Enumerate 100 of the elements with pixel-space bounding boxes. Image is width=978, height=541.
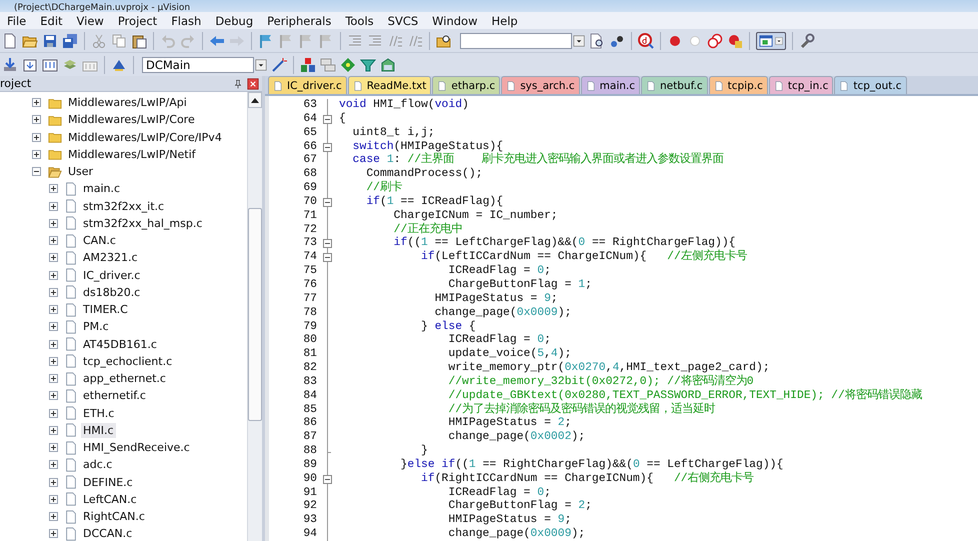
expand-toggle-icon[interactable] <box>49 356 58 366</box>
expand-toggle-icon[interactable] <box>49 408 58 418</box>
editor-tab[interactable]: tcpip.c <box>708 76 768 94</box>
tree-item[interactable]: Middlewares/LwIP/Api <box>66 95 189 110</box>
tree-item[interactable]: AM2321.c <box>81 250 140 266</box>
magic-wand-icon[interactable] <box>271 56 287 72</box>
expand-toggle-icon[interactable] <box>49 202 58 211</box>
indent-icon[interactable] <box>347 32 363 48</box>
file-icon[interactable] <box>64 232 78 249</box>
new-file-icon[interactable] <box>2 32 18 48</box>
file-icon[interactable] <box>64 440 78 456</box>
tree-item[interactable]: TIMER.C <box>81 302 130 318</box>
expand-toggle-icon[interactable] <box>49 494 58 504</box>
file-icon[interactable] <box>64 526 78 541</box>
file-icon[interactable] <box>64 456 78 473</box>
folder-icon[interactable] <box>47 130 63 144</box>
tree-item[interactable]: Middlewares/LwIP/Core/IPv4 <box>66 130 224 145</box>
tree-item[interactable]: AT45DB161.c <box>81 336 159 352</box>
expand-toggle-icon[interactable] <box>49 426 58 435</box>
menu-item[interactable]: Project <box>110 14 164 28</box>
funnel-icon[interactable] <box>360 56 376 72</box>
tree-item[interactable]: User <box>66 164 96 180</box>
menu-item[interactable]: Debug <box>208 14 260 28</box>
find-in-files-icon[interactable] <box>436 32 452 48</box>
scroll-up-arrow-icon[interactable] <box>251 98 259 102</box>
tree-item[interactable]: ETH.c <box>81 406 116 421</box>
tree-item[interactable]: HMI_SendReceive.c <box>81 440 192 456</box>
file-icon[interactable] <box>714 80 724 92</box>
find-field[interactable] <box>460 32 572 48</box>
file-icon[interactable] <box>64 405 78 422</box>
expand-toggle-icon[interactable] <box>49 529 58 538</box>
file-icon[interactable] <box>64 250 78 266</box>
expand-toggle-icon[interactable] <box>49 184 58 194</box>
expand-toggle-icon[interactable] <box>49 253 58 262</box>
save-icon[interactable] <box>42 32 58 48</box>
editor-tab[interactable]: IC_driver.c <box>268 76 347 94</box>
expand-toggle-icon[interactable] <box>49 340 58 349</box>
tree-item[interactable]: main.c <box>81 181 122 196</box>
file-icon[interactable] <box>352 80 363 92</box>
dropdown-caret-icon[interactable] <box>255 58 267 70</box>
file-icon[interactable] <box>64 336 78 352</box>
components-icon[interactable] <box>300 56 316 72</box>
expand-toggle-icon[interactable] <box>32 98 41 108</box>
caret-icon[interactable] <box>775 36 783 46</box>
menu-item[interactable]: Tools <box>338 14 381 28</box>
file-icon[interactable] <box>839 80 850 92</box>
file-icon[interactable] <box>64 180 78 197</box>
window-toggle-button[interactable] <box>756 32 786 50</box>
tree-item[interactable]: RightCAN.c <box>81 509 147 524</box>
file-icon[interactable] <box>646 80 656 92</box>
file-icon[interactable] <box>506 80 516 92</box>
expand-toggle-icon[interactable] <box>49 391 58 400</box>
expand-toggle-icon[interactable] <box>49 236 58 246</box>
menu-item[interactable]: Window <box>425 14 484 28</box>
file-icon[interactable] <box>64 474 78 490</box>
tree-item[interactable]: adc.c <box>81 457 114 472</box>
tree-item[interactable]: HMI.c <box>81 422 116 438</box>
tree-item[interactable]: LeftCAN.c <box>81 492 139 507</box>
menu-item[interactable]: Peripherals <box>260 14 338 28</box>
tree-item[interactable]: Middlewares/LwIP/Netif <box>66 146 198 162</box>
menu-item[interactable]: File <box>0 14 34 28</box>
file-icon[interactable] <box>64 302 78 318</box>
editor-tab[interactable]: tcp_in.c <box>768 76 834 94</box>
tree-item[interactable]: stm32f2xx_hal_msp.c <box>81 216 204 231</box>
file-icon[interactable] <box>774 80 784 92</box>
fold-toggle-icon[interactable] <box>323 142 332 152</box>
tree-item[interactable]: ethernetif.c <box>81 388 148 404</box>
file-icon[interactable] <box>64 422 78 438</box>
file-icon[interactable] <box>64 353 78 370</box>
tree-item[interactable]: stm32f2xx_it.c <box>81 198 166 214</box>
menu-item[interactable]: Help <box>484 14 525 28</box>
cut-icon[interactable] <box>91 32 107 48</box>
expand-toggle-icon[interactable] <box>32 132 41 142</box>
file-icon[interactable] <box>64 508 78 525</box>
tree-item[interactable]: tcp_echoclient.c <box>81 354 174 369</box>
tree-item[interactable]: DCCAN.c <box>81 526 134 541</box>
expand-toggle-icon[interactable] <box>49 460 58 470</box>
flag-icon[interactable] <box>258 32 274 48</box>
tree-item[interactable]: DEFINE.c <box>81 474 135 490</box>
menu-item[interactable]: View <box>70 14 111 28</box>
expand-toggle-icon[interactable] <box>49 270 58 280</box>
expand-toggle-icon[interactable] <box>49 322 58 332</box>
expand-toggle-icon[interactable] <box>49 443 58 452</box>
file-icon[interactable] <box>64 267 78 284</box>
fold-toggle-icon[interactable] <box>323 474 332 484</box>
editor-tab[interactable]: main.c <box>580 76 640 94</box>
find-document-icon[interactable] <box>589 32 605 48</box>
file-icon[interactable] <box>273 80 283 92</box>
window-icon[interactable] <box>759 34 773 48</box>
folder-icon[interactable] <box>47 147 63 162</box>
save-all-icon[interactable] <box>62 32 78 48</box>
tree-item[interactable]: app_ethernet.c <box>81 371 168 386</box>
expand-toggle-icon[interactable] <box>49 288 58 297</box>
file-icon[interactable] <box>586 80 596 92</box>
tree-item[interactable]: IC_driver.c <box>81 268 142 283</box>
tree-item[interactable]: Middlewares/LwIP/Core <box>66 112 197 128</box>
debug-icon[interactable] <box>638 32 654 48</box>
file-icon[interactable] <box>64 388 78 404</box>
editor-tab[interactable]: tcp_out.c <box>834 76 906 94</box>
outdent-icon[interactable] <box>367 32 383 48</box>
